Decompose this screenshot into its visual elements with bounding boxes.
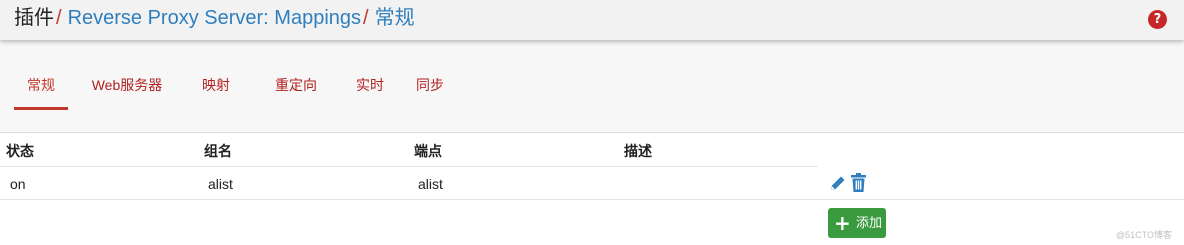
tab-web-servers[interactable]: Web服务器 — [84, 70, 170, 110]
pencil-icon[interactable] — [829, 174, 847, 192]
column-header-group-name: 组名 — [204, 143, 232, 159]
breadcrumb-current-link[interactable]: 常规 — [375, 7, 415, 29]
breadcrumb-root: 插件 — [14, 7, 54, 29]
cell-endpoint: alist — [418, 176, 443, 192]
breadcrumb-section-link[interactable]: Reverse Proxy Server: Mappings — [68, 7, 361, 29]
help-icon[interactable]: ? — [1148, 10, 1167, 29]
plus-icon: + — [834, 211, 851, 235]
header-divider — [0, 166, 818, 167]
breadcrumb-separator: / — [363, 7, 369, 29]
tab-redirects[interactable]: 重定向 — [266, 70, 326, 110]
trash-icon[interactable] — [850, 173, 867, 192]
tab-general[interactable]: 常规 — [14, 70, 68, 110]
column-header-endpoint: 端点 — [414, 143, 442, 159]
mappings-table: 状态 组名 端点 描述 on alist alist + 添加 — [0, 132, 1184, 245]
row-divider — [0, 199, 1184, 200]
tab-sync[interactable]: 同步 — [410, 70, 450, 110]
cell-status: on — [10, 176, 26, 192]
breadcrumb-separator: / — [56, 7, 62, 29]
cell-group-name: alist — [208, 176, 233, 192]
watermark: @51CTO博客 — [1116, 230, 1172, 240]
column-header-status: 状态 — [6, 143, 34, 159]
breadcrumb: 插件 / Reverse Proxy Server: Mappings / 常规 — [14, 5, 415, 31]
tab-mappings[interactable]: 映射 — [196, 70, 236, 110]
tab-bar: 常规 Web服务器 映射 重定向 实时 同步 — [0, 70, 1184, 112]
tab-realtime[interactable]: 实时 — [350, 70, 390, 110]
add-button-label: 添加 — [856, 215, 883, 230]
add-button[interactable]: + 添加 — [828, 208, 886, 238]
page-header: 插件 / Reverse Proxy Server: Mappings / 常规 ? — [0, 0, 1184, 40]
column-header-description: 描述 — [624, 143, 652, 159]
